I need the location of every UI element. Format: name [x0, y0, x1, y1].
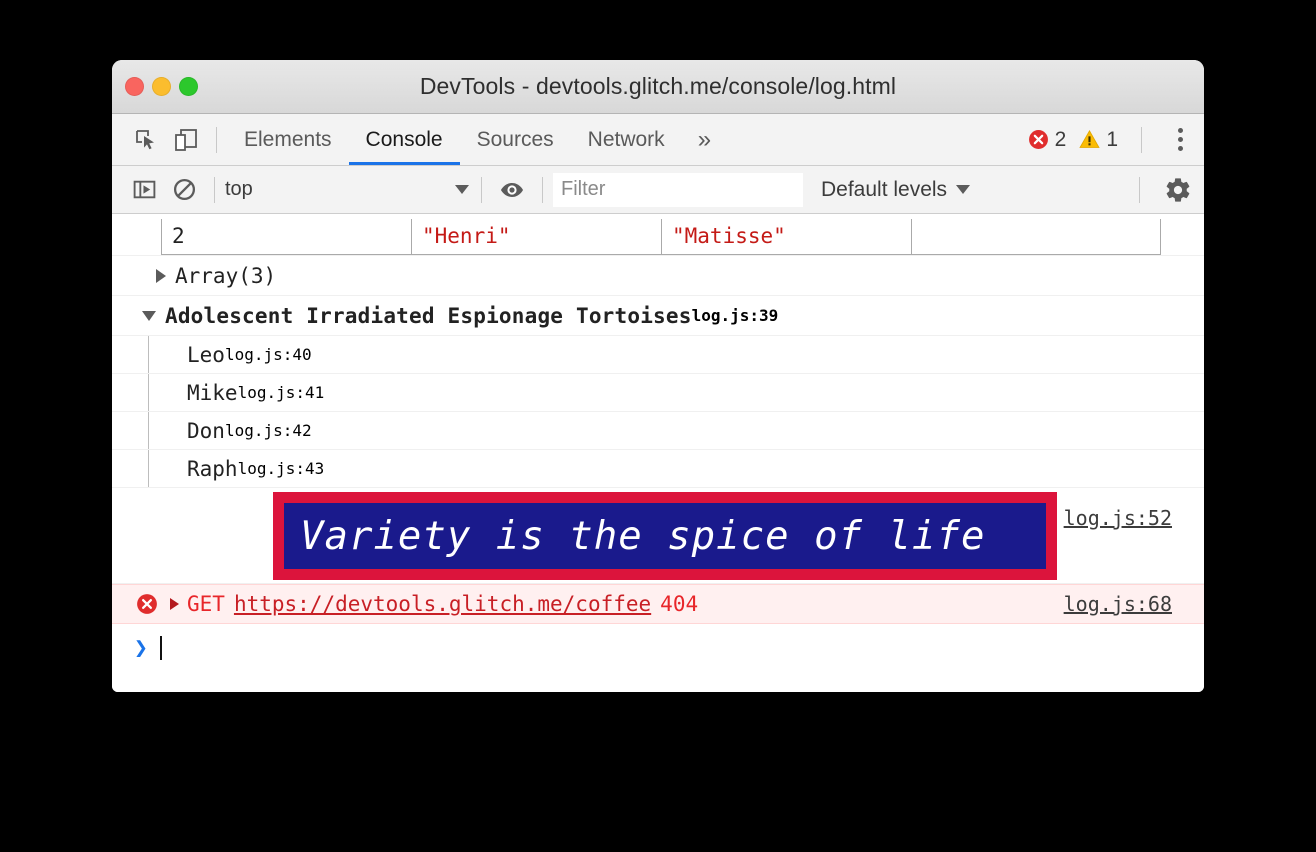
- filterbar-divider: [481, 177, 482, 203]
- chevron-down-icon: [956, 185, 970, 194]
- prompt-chevron-icon: ❯: [134, 637, 148, 660]
- console-error-message: GET https://devtools.glitch.me/coffee 40…: [112, 584, 1204, 624]
- kebab-dot: [1178, 128, 1183, 133]
- log-text: Raph: [187, 457, 238, 481]
- filterbar-divider: [214, 177, 215, 203]
- source-link[interactable]: log.js:52: [1064, 506, 1172, 530]
- gear-icon: [1164, 176, 1192, 204]
- warning-icon: [1079, 129, 1100, 150]
- console-styled-message: Variety is the spice of life log.js:52: [112, 488, 1204, 584]
- error-count: 2: [1055, 128, 1067, 152]
- console-group-items: Leo log.js:40 Mike log.js:41 Don log.js:…: [112, 336, 1204, 488]
- settings-button[interactable]: [1129, 176, 1204, 204]
- source-link[interactable]: log.js:43: [238, 459, 325, 478]
- error-icon: [136, 593, 158, 615]
- console-log-message: Mike log.js:41: [112, 374, 1204, 412]
- chevron-down-icon: [455, 185, 469, 194]
- filterbar-divider: [1139, 177, 1140, 203]
- collapse-arrow-icon[interactable]: [142, 311, 156, 321]
- maximize-button[interactable]: [179, 77, 198, 96]
- source-link[interactable]: log.js:40: [225, 345, 312, 364]
- kebab-dot: [1178, 146, 1183, 151]
- screen: DevTools - devtools.glitch.me/console/lo…: [0, 0, 1316, 852]
- expand-arrow-icon[interactable]: [170, 598, 179, 610]
- request-method: GET: [187, 592, 225, 616]
- log-levels-selector[interactable]: Default levels: [821, 178, 972, 202]
- source-link[interactable]: log.js:41: [238, 383, 325, 402]
- table-row: 2 "Henri" "Matisse": [162, 219, 1161, 255]
- table-cell-empty: [912, 219, 1161, 255]
- request-url[interactable]: https://devtools.glitch.me/coffee: [234, 592, 651, 616]
- filter-input[interactable]: [553, 173, 803, 207]
- more-tabs-button[interactable]: »: [682, 128, 727, 152]
- minimize-button[interactable]: [152, 77, 171, 96]
- live-expression-icon[interactable]: [492, 171, 532, 209]
- console-group-title: Adolescent Irradiated Espionage Tortoise…: [165, 304, 692, 328]
- styled-message-box: Variety is the spice of life: [273, 492, 1057, 580]
- window-title: DevTools - devtools.glitch.me/console/lo…: [112, 73, 1204, 100]
- tab-console[interactable]: Console: [349, 114, 460, 165]
- error-icon: [1028, 129, 1049, 150]
- counts-divider: [1141, 127, 1142, 153]
- console-filter-toolbar: top Default levels: [112, 166, 1204, 214]
- tab-sources[interactable]: Sources: [460, 114, 571, 165]
- log-text: Don: [187, 419, 225, 443]
- execution-context-selector[interactable]: top: [225, 178, 471, 201]
- source-link[interactable]: log.js:68: [1064, 592, 1172, 616]
- log-levels-label: Default levels: [821, 178, 947, 202]
- warning-count: 1: [1106, 128, 1118, 152]
- table-cell-firstname: "Henri": [412, 219, 662, 255]
- main-menu-button[interactable]: [1160, 120, 1200, 160]
- table-cell-index: 2: [162, 219, 412, 255]
- console-table-message: 2 "Henri" "Matisse": [112, 214, 1204, 256]
- window-titlebar: DevTools - devtools.glitch.me/console/lo…: [112, 60, 1204, 114]
- clear-console-icon[interactable]: [164, 171, 204, 209]
- console-table: 2 "Henri" "Matisse": [161, 219, 1161, 256]
- expand-arrow-icon[interactable]: [156, 269, 166, 283]
- text-cursor: [160, 636, 162, 660]
- console-messages[interactable]: 2 "Henri" "Matisse" Array(3) Adolescent …: [112, 214, 1204, 692]
- console-group-header[interactable]: Adolescent Irradiated Espionage Tortoise…: [112, 296, 1204, 336]
- console-log-message: Don log.js:42: [112, 412, 1204, 450]
- error-count-badge[interactable]: 2: [1028, 128, 1067, 152]
- window-controls: [125, 60, 198, 113]
- device-toolbar-icon[interactable]: [166, 121, 206, 159]
- console-log-message: Leo log.js:40: [112, 336, 1204, 374]
- execution-context-label: top: [225, 178, 455, 201]
- console-log-message: Raph log.js:43: [112, 450, 1204, 488]
- source-link[interactable]: log.js:39: [692, 306, 779, 325]
- log-text: Leo: [187, 343, 225, 367]
- warning-count-badge[interactable]: 1: [1079, 128, 1118, 152]
- source-link[interactable]: log.js:42: [225, 421, 312, 440]
- console-prompt[interactable]: ❯: [112, 624, 1204, 672]
- error-text: GET https://devtools.glitch.me/coffee 40…: [187, 592, 698, 616]
- filterbar-divider: [542, 177, 543, 203]
- inspect-element-icon[interactable]: [126, 121, 166, 159]
- table-cell-lastname: "Matisse": [662, 219, 912, 255]
- array-preview-label: Array(3): [175, 264, 276, 288]
- devtools-tabbar: Elements Console Sources Network » 2: [112, 114, 1204, 166]
- console-array-message[interactable]: Array(3): [112, 256, 1204, 296]
- styled-message-text: Variety is the spice of life: [284, 503, 1046, 569]
- tab-network[interactable]: Network: [571, 114, 682, 165]
- tab-elements[interactable]: Elements: [227, 114, 349, 165]
- kebab-dot: [1178, 137, 1183, 142]
- close-button[interactable]: [125, 77, 144, 96]
- response-status: 404: [660, 592, 698, 616]
- issue-counts: 2 1: [1028, 120, 1204, 160]
- execution-context-icon[interactable]: [124, 171, 164, 209]
- devtools-window: DevTools - devtools.glitch.me/console/lo…: [112, 60, 1204, 692]
- tabbar-divider: [216, 127, 217, 153]
- log-text: Mike: [187, 381, 238, 405]
